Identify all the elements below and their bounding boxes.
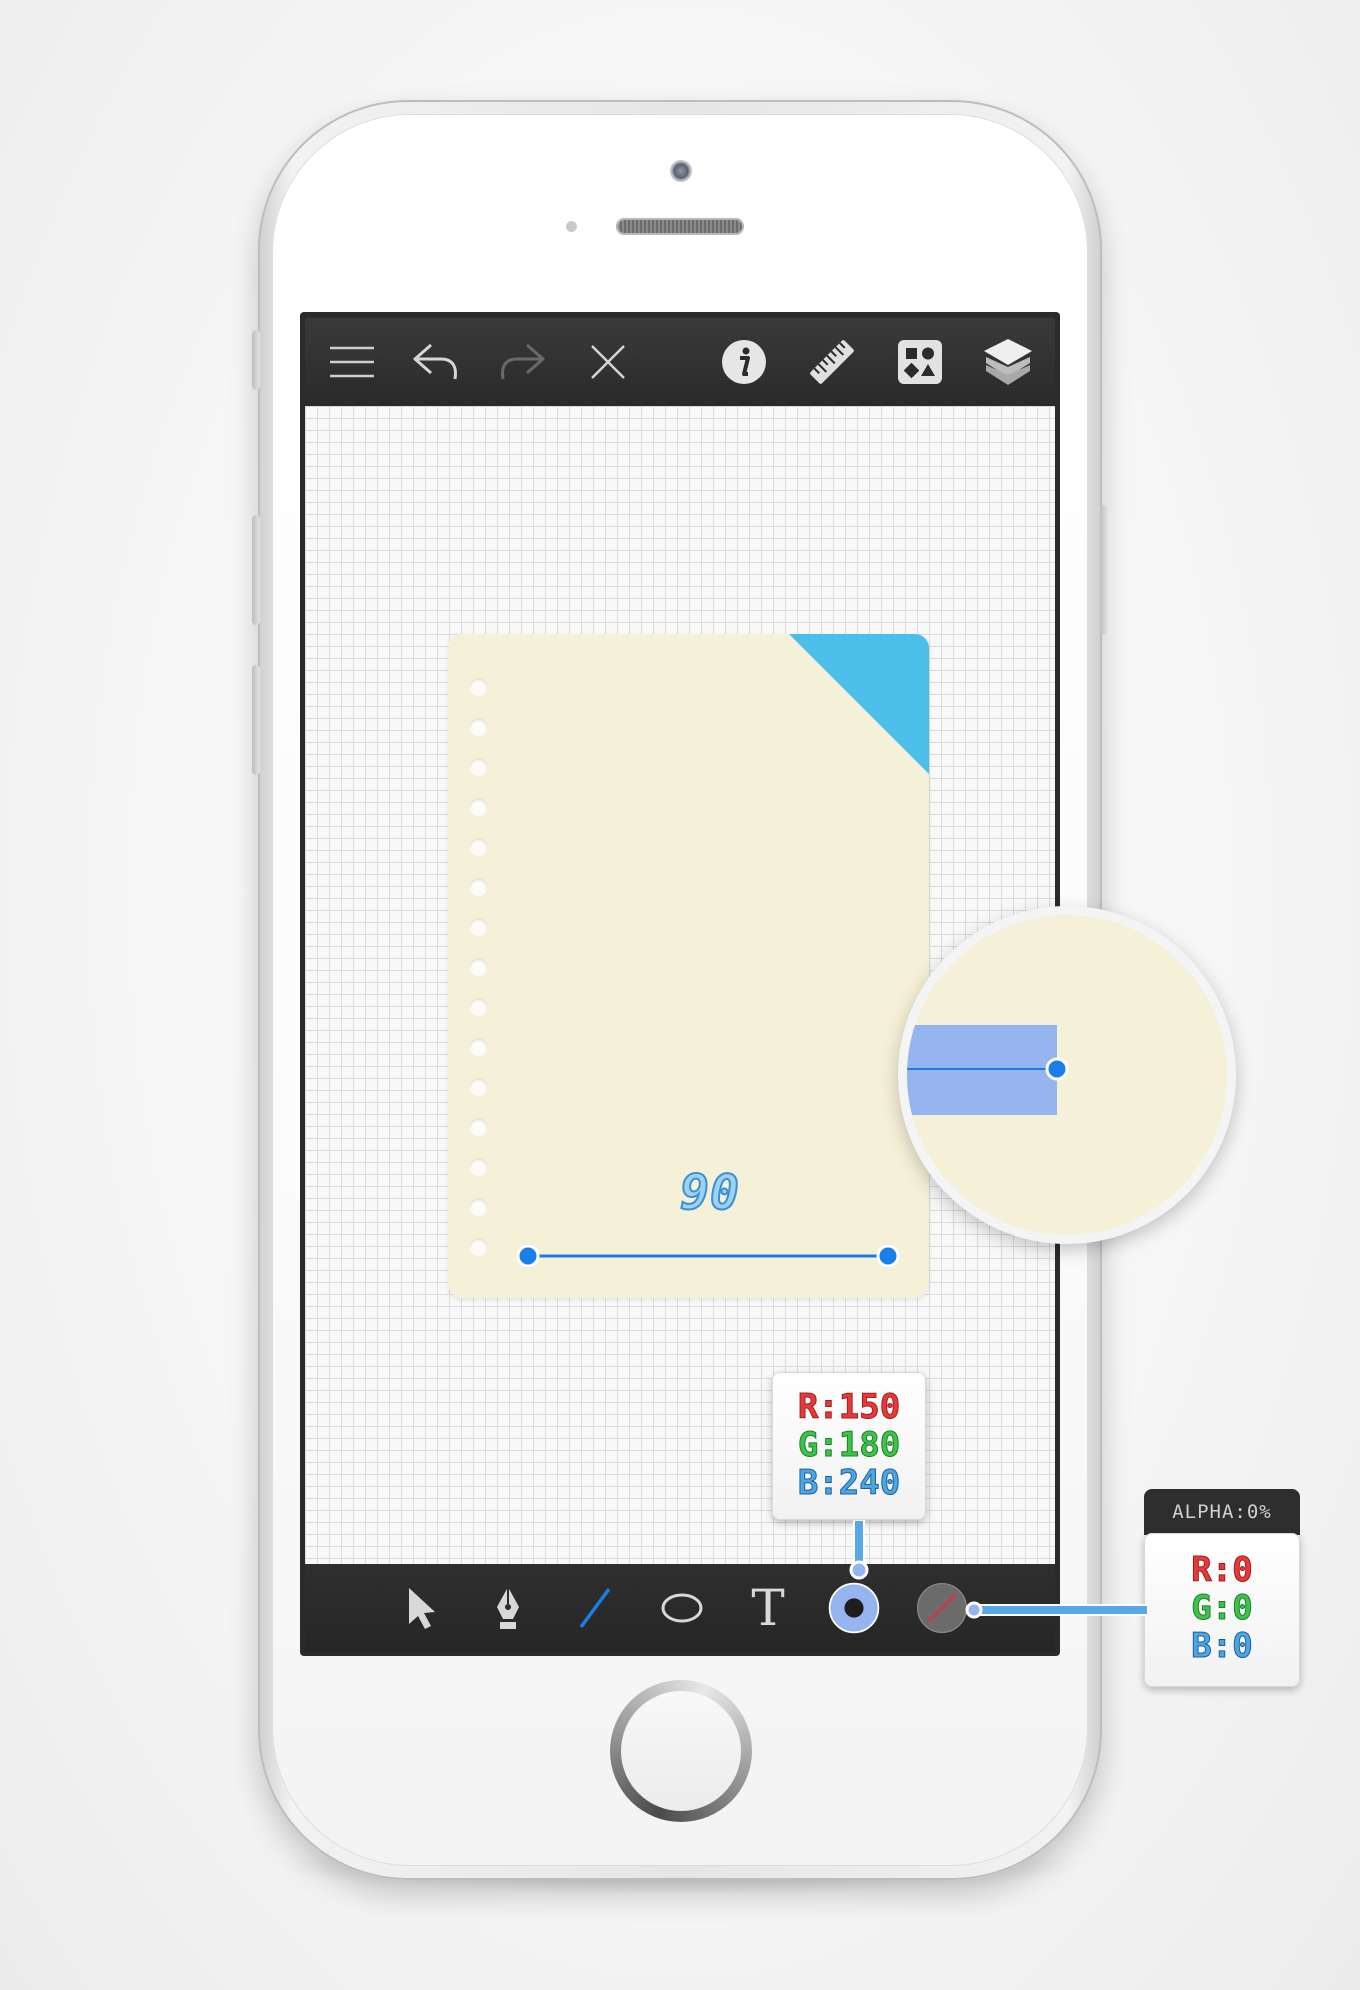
mute-switch — [252, 330, 260, 390]
measurement-label: 90 — [679, 1164, 740, 1222]
fill-color-icon[interactable] — [827, 1581, 881, 1635]
line-icon[interactable] — [568, 1581, 622, 1635]
binding-hole — [470, 758, 487, 775]
line-start-handle[interactable] — [516, 1244, 540, 1268]
home-button-face — [621, 1691, 741, 1811]
power-button — [1100, 505, 1108, 635]
binding-hole — [470, 1158, 487, 1175]
stroke-popover-connector — [965, 1601, 1148, 1619]
earpiece-speaker — [616, 218, 744, 235]
select-arrow-icon[interactable] — [395, 1581, 449, 1635]
measurement-line[interactable] — [505, 1238, 911, 1274]
pen-icon[interactable] — [481, 1581, 535, 1635]
magnified-selection — [907, 1025, 1069, 1115]
top-toolbar — [305, 318, 1055, 406]
front-camera — [670, 160, 692, 182]
volume-up-button — [252, 515, 260, 625]
info-icon[interactable] — [717, 335, 771, 389]
close-icon[interactable] — [581, 335, 635, 389]
fill-popover-connector — [849, 1520, 869, 1580]
stroke-green-value: G:0 — [1191, 1588, 1253, 1628]
text-icon[interactable]: T — [741, 1581, 795, 1635]
stroke-alpha-tab: ALPHA:0% — [1144, 1489, 1300, 1535]
magnifier-loupe — [898, 906, 1236, 1244]
fill-color-popover: R:150 G:180 B:240 — [772, 1372, 926, 1520]
binding-hole — [470, 1198, 487, 1215]
stroke-color-popover: R:0 G:0 B:0 — [1144, 1533, 1300, 1687]
binding-hole — [470, 1078, 487, 1095]
fill-red-value: R:150 — [797, 1387, 901, 1427]
stroke-blue-value: B:0 — [1191, 1626, 1253, 1666]
bottom-toolbar: T — [305, 1564, 1055, 1652]
binding-hole — [470, 998, 487, 1015]
redo-icon[interactable] — [495, 335, 549, 389]
binding-hole — [470, 718, 487, 735]
menu-icon[interactable] — [325, 335, 379, 389]
stroke-color-icon[interactable] — [915, 1581, 969, 1635]
text-tool-glyph: T — [751, 1579, 785, 1637]
binding-hole — [470, 1038, 487, 1055]
ellipse-icon[interactable] — [655, 1581, 709, 1635]
proximity-sensor — [566, 221, 577, 232]
fill-green-value: G:180 — [797, 1425, 901, 1465]
binding-hole — [470, 798, 487, 815]
notebook-corner-shape[interactable] — [789, 634, 929, 774]
binding-hole — [470, 838, 487, 855]
ruler-icon[interactable] — [805, 335, 859, 389]
binding-hole — [470, 958, 487, 975]
binding-hole — [470, 918, 487, 935]
layers-icon[interactable] — [981, 335, 1035, 389]
binding-hole — [470, 878, 487, 895]
undo-icon[interactable] — [409, 335, 463, 389]
fill-blue-value: B:240 — [797, 1463, 901, 1503]
binding-hole — [470, 1118, 487, 1135]
line-end-handle[interactable] — [876, 1244, 900, 1268]
stroke-red-value: R:0 — [1191, 1550, 1253, 1590]
shapes-icon[interactable] — [893, 335, 947, 389]
binding-hole — [470, 1238, 487, 1255]
binding-hole — [470, 678, 487, 695]
volume-down-button — [252, 665, 260, 775]
